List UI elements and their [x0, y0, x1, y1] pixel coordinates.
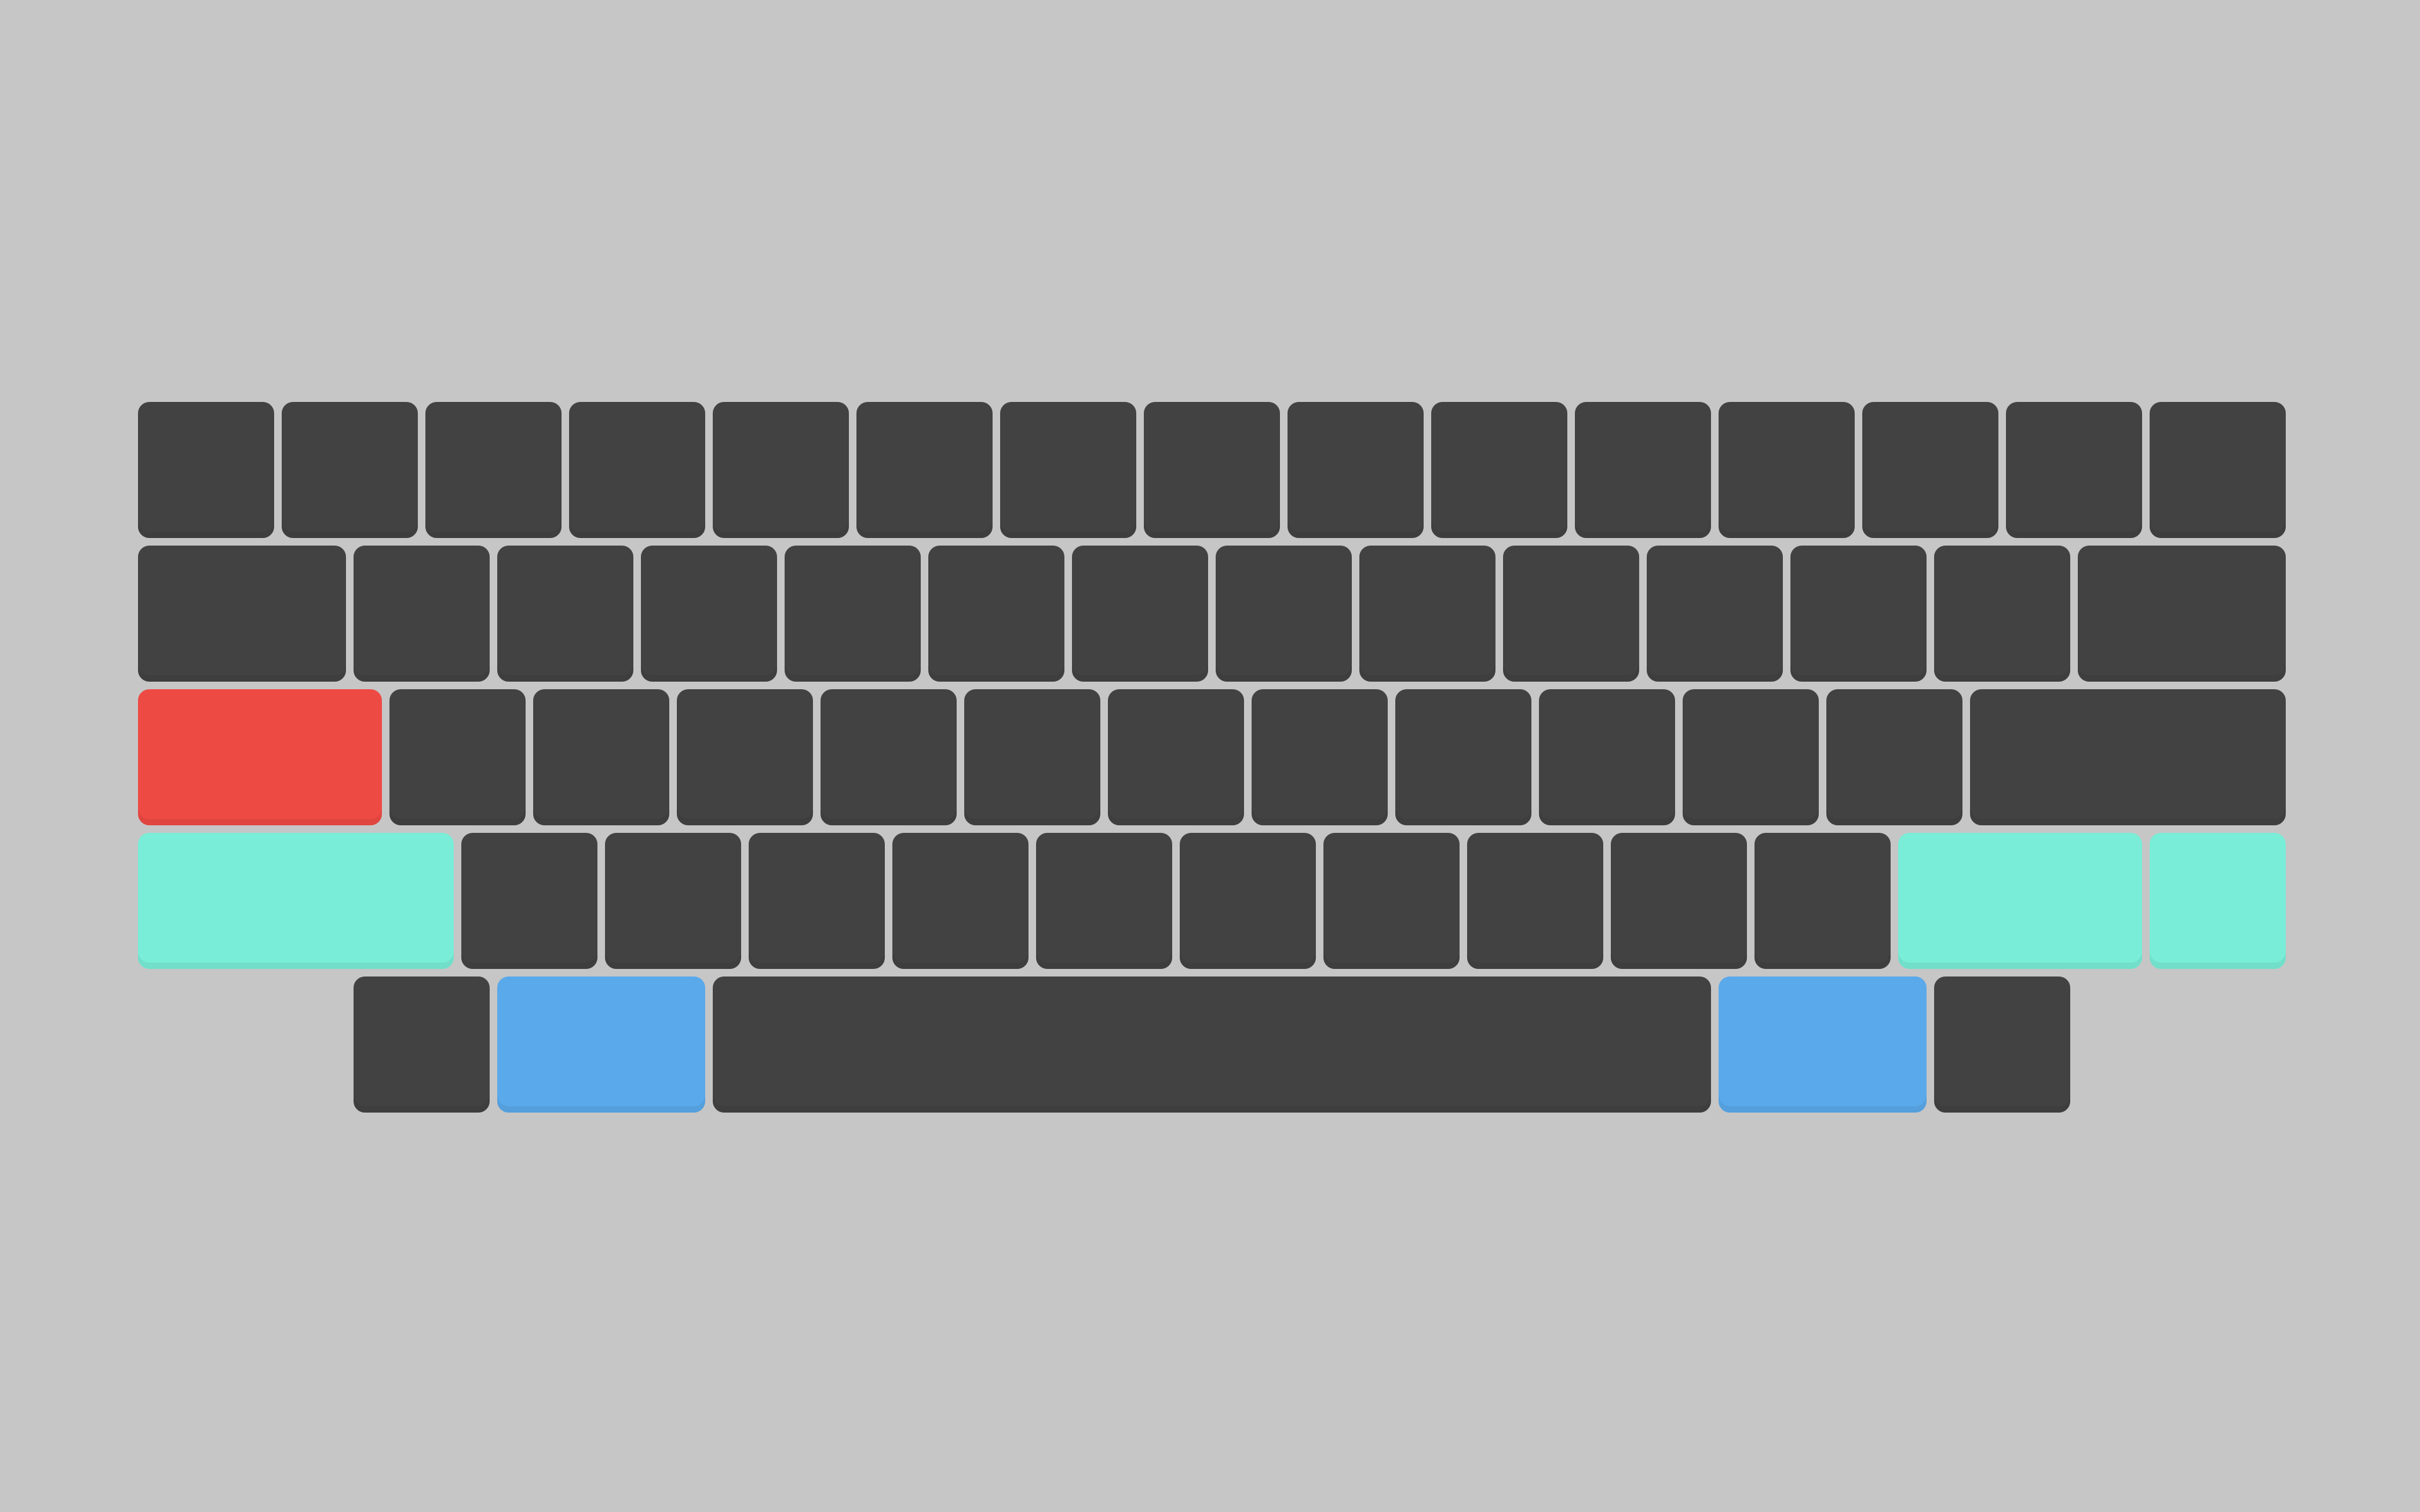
key-r2-4[interactable] — [637, 542, 781, 685]
key-r1-11[interactable] — [1571, 398, 1715, 542]
key-r1-12[interactable] — [1715, 398, 1858, 542]
key-r2-10[interactable] — [1499, 542, 1643, 685]
tab-key[interactable] — [134, 542, 350, 685]
enter-key[interactable] — [1966, 685, 2290, 829]
key-r3-9[interactable] — [1392, 685, 1535, 829]
key-r3-2[interactable] — [386, 685, 529, 829]
key-r4-3[interactable] — [601, 829, 745, 973]
fn-key[interactable] — [2146, 829, 2290, 973]
key-r2-13[interactable] — [1930, 542, 2074, 685]
key-r3-7[interactable] — [1104, 685, 1248, 829]
key-r4-10[interactable] — [1607, 829, 1751, 973]
left-shift-key[interactable] — [134, 829, 458, 973]
key-r3-10[interactable] — [1535, 685, 1679, 829]
key-r4-8[interactable] — [1320, 829, 1463, 973]
key-r2-9[interactable] — [1356, 542, 1499, 685]
right-meta-key[interactable] — [1930, 973, 2074, 1116]
key-r1-14[interactable] — [2002, 398, 2146, 542]
key-r4-2[interactable] — [458, 829, 601, 973]
key-r2-12[interactable] — [1787, 542, 1930, 685]
backspace-key[interactable] — [2074, 542, 2290, 685]
key-r3-6[interactable] — [960, 685, 1104, 829]
key-r4-6[interactable] — [1032, 829, 1176, 973]
key-r1-5[interactable] — [709, 398, 853, 542]
key-r4-11[interactable] — [1751, 829, 1894, 973]
key-r2-8[interactable] — [1212, 542, 1356, 685]
key-r3-5[interactable] — [817, 685, 960, 829]
key-r2-5[interactable] — [781, 542, 925, 685]
key-r1-10[interactable] — [1427, 398, 1571, 542]
key-r1-6[interactable] — [853, 398, 996, 542]
key-r4-5[interactable] — [889, 829, 1032, 973]
key-r2-3[interactable] — [493, 542, 637, 685]
key-r3-3[interactable] — [529, 685, 673, 829]
key-r1-3[interactable] — [422, 398, 565, 542]
key-r3-11[interactable] — [1679, 685, 1823, 829]
key-r1-2[interactable] — [278, 398, 422, 542]
key-r4-9[interactable] — [1463, 829, 1607, 973]
key-r4-4[interactable] — [745, 829, 889, 973]
key-r3-8[interactable] — [1248, 685, 1392, 829]
key-r3-4[interactable] — [673, 685, 817, 829]
key-r2-6[interactable] — [925, 542, 1068, 685]
caps-lock-key[interactable] — [134, 685, 386, 829]
key-r1-4[interactable] — [565, 398, 709, 542]
keyboard — [0, 0, 2420, 1512]
key-r1-1[interactable] — [134, 398, 278, 542]
key-r2-11[interactable] — [1643, 542, 1787, 685]
key-r1-13[interactable] — [1858, 398, 2002, 542]
key-r1-7[interactable] — [996, 398, 1140, 542]
key-r4-7[interactable] — [1176, 829, 1320, 973]
left-alt-key[interactable] — [493, 973, 709, 1116]
key-r1-9[interactable] — [1284, 398, 1427, 542]
key-r3-12[interactable] — [1823, 685, 1966, 829]
left-meta-key[interactable] — [350, 973, 493, 1116]
key-r2-2[interactable] — [350, 542, 493, 685]
spacebar-key[interactable] — [709, 973, 1715, 1116]
right-alt-key[interactable] — [1715, 973, 1930, 1116]
key-r1-15[interactable] — [2146, 398, 2290, 542]
key-r1-8[interactable] — [1140, 398, 1284, 542]
right-shift-key[interactable] — [1894, 829, 2146, 973]
key-r2-7[interactable] — [1068, 542, 1212, 685]
